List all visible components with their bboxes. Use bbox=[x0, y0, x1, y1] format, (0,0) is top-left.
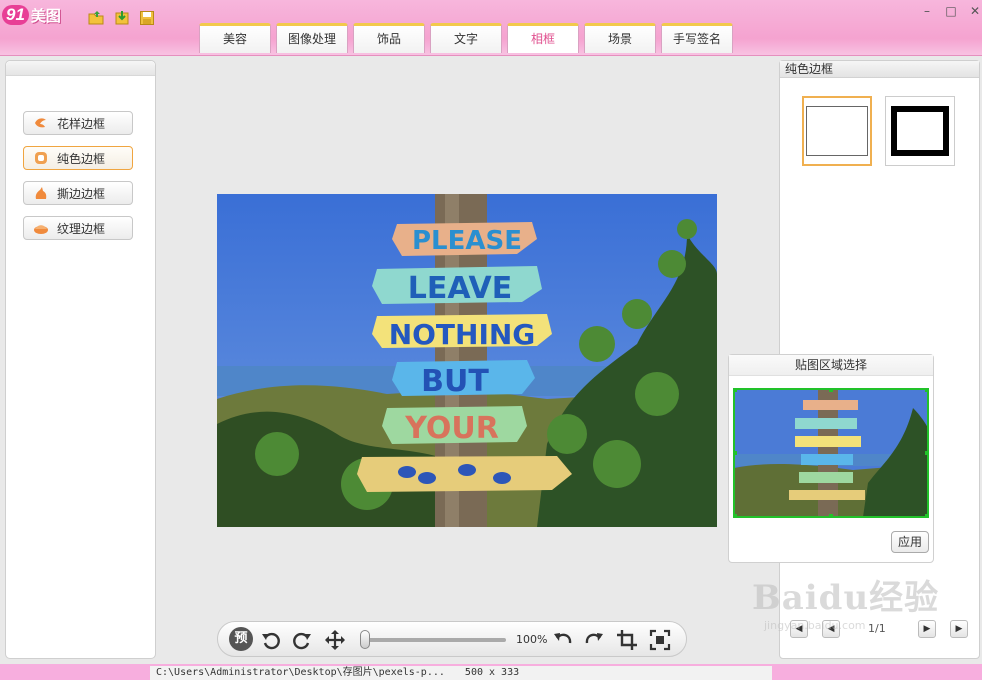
texture-frame-button[interactable]: 纹理边框 bbox=[23, 216, 133, 240]
thin-white-frame-thumbnail[interactable] bbox=[802, 96, 872, 166]
sticker-panel-title: 贴图区域选择 bbox=[729, 355, 933, 376]
crop-icon[interactable] bbox=[616, 629, 638, 651]
zoom-slider-handle[interactable] bbox=[360, 630, 370, 649]
menu-label: 纯色边框 bbox=[57, 151, 106, 166]
app-logo: 91 美图 bbox=[2, 4, 61, 26]
open-folder-icon[interactable] bbox=[88, 10, 104, 26]
thick-frame-preview bbox=[891, 106, 949, 156]
menu-label: 纹理边框 bbox=[57, 221, 106, 236]
sticker-area-panel: 贴图区域选择 应用 bbox=[728, 354, 934, 563]
first-page-button[interactable]: ◀ bbox=[790, 620, 808, 638]
pattern-frame-button[interactable]: 花样边框 bbox=[23, 111, 133, 135]
tab-beauty[interactable]: 美容 bbox=[199, 23, 271, 53]
tab-scene[interactable]: 场景 bbox=[584, 23, 656, 53]
texture-icon bbox=[34, 225, 48, 234]
torn-edge-frame-button[interactable]: 撕边边框 bbox=[23, 181, 133, 205]
menu-label: 花样边框 bbox=[57, 116, 106, 131]
close-button[interactable]: ✕ bbox=[968, 4, 982, 18]
logo-text: 美图 bbox=[30, 6, 61, 25]
tab-accessories[interactable]: 饰品 bbox=[353, 23, 425, 53]
thin-frame-preview bbox=[806, 106, 868, 156]
solid-frame-button[interactable]: 纯色边框 bbox=[23, 146, 133, 170]
minimize-button[interactable]: – bbox=[920, 4, 934, 18]
preview-button[interactable]: 预 bbox=[229, 627, 253, 651]
menu-label: 撕边边框 bbox=[57, 186, 106, 201]
move-icon[interactable] bbox=[324, 629, 346, 651]
logo-number: 91 bbox=[2, 5, 29, 25]
redo-icon[interactable] bbox=[583, 629, 605, 651]
file-path: C:\Users\Administrator\Desktop\存图片\pexel… bbox=[156, 667, 445, 678]
zoom-slider-track[interactable] bbox=[364, 638, 506, 642]
next-page-button[interactable]: ▶ bbox=[918, 620, 936, 638]
bottom-toolbar: 预 100% bbox=[217, 621, 687, 657]
zoom-level: 100% bbox=[516, 633, 548, 646]
prev-page-button[interactable]: ◀ bbox=[822, 620, 840, 638]
rotate-left-icon[interactable] bbox=[260, 629, 282, 651]
apply-button[interactable]: 应用 bbox=[891, 531, 929, 553]
sticker-preview[interactable] bbox=[733, 388, 929, 518]
flower-icon bbox=[35, 118, 46, 128]
last-page-button[interactable]: ▶ bbox=[950, 620, 968, 638]
status-text: C:\Users\Administrator\Desktop\存图片\pexel… bbox=[150, 666, 772, 680]
sign-nothing: NOTHING bbox=[389, 318, 536, 351]
tab-signature[interactable]: 手写签名 bbox=[661, 23, 733, 53]
tab-text[interactable]: 文字 bbox=[430, 23, 502, 53]
fit-screen-icon[interactable] bbox=[649, 629, 671, 651]
sign-but: BUT bbox=[421, 364, 489, 399]
frame-panel-title: 纯色边框 bbox=[780, 61, 979, 78]
title-bar: 91 美图 – □ ✕ 美容 图像处理 饰品 文字 相框 场景 手写签名 bbox=[0, 0, 982, 56]
main-photo[interactable]: PLEASE LEAVE NOTHING BUT YOUR bbox=[217, 194, 717, 527]
solid-frame-icon bbox=[35, 152, 47, 164]
maximize-button[interactable]: □ bbox=[944, 4, 958, 18]
sign-leave: LEAVE bbox=[408, 271, 513, 306]
torn-edge-icon bbox=[35, 187, 47, 199]
thick-black-frame-thumbnail[interactable] bbox=[885, 96, 955, 166]
image-dimensions: 500 x 333 bbox=[464, 667, 520, 678]
panel-header bbox=[6, 61, 155, 76]
tab-frame[interactable]: 相框 bbox=[507, 23, 579, 53]
page-indicator: 1/1 bbox=[868, 622, 886, 635]
undo-icon[interactable] bbox=[552, 629, 574, 651]
import-icon[interactable] bbox=[114, 10, 130, 26]
rotate-right-icon[interactable] bbox=[291, 629, 313, 651]
tab-image-processing[interactable]: 图像处理 bbox=[276, 23, 348, 53]
save-icon[interactable] bbox=[139, 10, 155, 26]
sign-your: YOUR bbox=[404, 411, 499, 446]
sign-please: PLEASE bbox=[412, 226, 522, 256]
